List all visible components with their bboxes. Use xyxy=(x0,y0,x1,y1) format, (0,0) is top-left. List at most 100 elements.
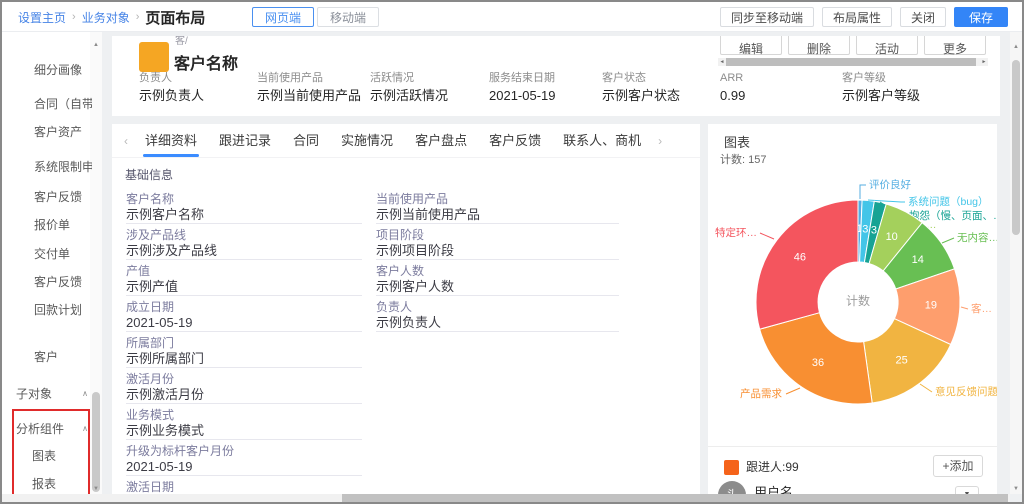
header-field-label: 客户等级 xyxy=(842,72,920,85)
sidebar-group-label: 子对象 xyxy=(16,385,52,402)
header-field: 服务结束日期2021-05-19 xyxy=(489,72,556,104)
topbar-action-button[interactable]: 同步至移动端 xyxy=(720,7,814,27)
topbar-action-button[interactable]: 关闭 xyxy=(900,7,946,27)
form-column-left: 客户名称示例客户名称涉及产品线示例涉及产品线产值示例产值成立日期2021-05-… xyxy=(126,192,362,494)
scroll-up-icon[interactable]: ▲ xyxy=(90,40,102,50)
scroll-down-icon[interactable]: ▼ xyxy=(90,484,102,494)
form-field-value: 示例产值 xyxy=(126,279,362,296)
sidebar-item[interactable]: 客户 xyxy=(34,350,58,364)
add-follower-button[interactable]: +添加 xyxy=(933,455,983,477)
header-action-button[interactable]: 活动 xyxy=(856,36,918,55)
pie-value-label: 36 xyxy=(812,357,824,369)
sidebar-item[interactable]: 回款计划 xyxy=(34,303,82,317)
header-hscroll-thumb[interactable] xyxy=(726,58,976,66)
header-field-value: 示例活跃情况 xyxy=(370,88,448,104)
save-button[interactable]: 保存 xyxy=(954,7,1008,27)
scroll-left-icon[interactable]: ◄ xyxy=(718,58,726,66)
form-field[interactable]: 负责人示例负责人 xyxy=(376,300,619,332)
sidebar-scrollbar-thumb[interactable] xyxy=(92,392,100,492)
form-field[interactable]: 成立日期2021-05-19 xyxy=(126,300,362,332)
form-field[interactable]: 客户名称示例客户名称 xyxy=(126,192,362,224)
header-action-button[interactable]: 编辑 xyxy=(720,36,782,55)
header-field-value: 示例当前使用产品 xyxy=(257,88,361,104)
pie-value-label: 14 xyxy=(912,254,924,266)
sidebar-item[interactable]: 合同（自带） xyxy=(34,97,92,111)
pie-value-label: 46 xyxy=(794,252,806,264)
header-action-button[interactable]: 删除 xyxy=(788,36,850,55)
header-field: 当前使用产品示例当前使用产品 xyxy=(257,72,361,104)
sidebar-subitem[interactable]: 报表 xyxy=(32,475,56,492)
tab-item[interactable]: 实施情况 xyxy=(341,124,393,158)
view-toggle-web[interactable]: 网页端 xyxy=(252,7,314,27)
scroll-down-icon[interactable]: ▼ xyxy=(1010,484,1022,494)
tab-item[interactable]: 客户反馈 xyxy=(489,124,541,158)
sidebar-subitem[interactable]: 图表 xyxy=(32,447,56,464)
chart-panel: 图表 计数: 157 评价良好1系统问题（bug）3抱怨（慢、页面、…3…10无… xyxy=(708,124,997,502)
form-field[interactable]: 所属部门示例所属部门 xyxy=(126,336,362,368)
header-horizontal-scrollbar[interactable]: ◄► xyxy=(718,58,988,66)
sidebar-item[interactable]: 细分画像 xyxy=(34,63,82,77)
pie-value-label: 19 xyxy=(925,300,937,312)
collapse-up-icon[interactable]: ∧ xyxy=(82,424,88,433)
collapse-up-icon[interactable]: ∧ xyxy=(82,389,88,398)
record-header-card: 客/ 客户名称 负责人示例负责人当前使用产品示例当前使用产品活跃情况示例活跃情况… xyxy=(112,36,1000,116)
sidebar-item[interactable]: 交付单 xyxy=(34,247,70,261)
header-field: 负责人示例负责人 xyxy=(139,72,204,104)
sidebar-item[interactable]: 系统限制申请明细 xyxy=(34,160,92,174)
tab-item[interactable]: 详细资料 xyxy=(145,124,197,158)
header-action-button[interactable]: 更多 xyxy=(924,36,986,55)
form-field[interactable]: 升级为标杆客户月份2021-05-19 xyxy=(126,444,362,476)
form-field-label: 成立日期 xyxy=(126,300,362,315)
pie-value-label: 25 xyxy=(895,354,907,366)
header-field-label: 服务结束日期 xyxy=(489,72,556,85)
pie-center-label: 计数 xyxy=(846,293,870,308)
form-field-value: 示例客户名称 xyxy=(126,207,362,224)
header-field-label: 负责人 xyxy=(139,72,204,85)
donut-chart[interactable]: 评价良好1系统问题（bug）3抱怨（慢、页面、…3…10无内容…14客…19意见… xyxy=(708,162,997,462)
tab-item[interactable]: 跟进记录 xyxy=(219,124,271,158)
form-field[interactable]: 当前使用产品示例当前使用产品 xyxy=(376,192,619,224)
sidebar: ▲ ▼ 细分画像合同（自带）客户资产系统限制申请明细客户反馈报价单交付单客户反馈… xyxy=(2,32,102,502)
form-field-label: 升级为标杆客户月份 xyxy=(126,444,362,459)
form-field[interactable]: 激活月份示例激活月份 xyxy=(126,372,362,404)
form-field-label: 产值 xyxy=(126,264,362,279)
scroll-right-icon[interactable]: ► xyxy=(980,58,988,66)
form-field-value: 示例激活月份 xyxy=(126,387,362,404)
breadcrumb-item[interactable]: 业务对象 xyxy=(82,9,130,26)
form-field-label: 当前使用产品 xyxy=(376,192,619,207)
sidebar-group-label: 分析组件 xyxy=(16,420,64,437)
form-field-value: 示例所属部门 xyxy=(126,351,362,368)
follower-icon xyxy=(724,460,739,475)
form-field[interactable]: 涉及产品线示例涉及产品线 xyxy=(126,228,362,260)
page-hscroll-thumb[interactable] xyxy=(342,494,1008,502)
sidebar-item[interactable]: 报价单 xyxy=(34,218,70,232)
sidebar-group-header[interactable]: 分析组件 ∧ xyxy=(16,420,88,437)
pie-label-leader xyxy=(860,185,866,199)
breadcrumb-item[interactable]: 设置主页 xyxy=(18,9,66,26)
sidebar-group-header[interactable]: 子对象 ∧ xyxy=(16,385,88,402)
form-field[interactable]: 产值示例产值 xyxy=(126,264,362,296)
view-toggle-mobile[interactable]: 移动端 xyxy=(317,7,379,27)
sidebar-item[interactable]: 客户资产 xyxy=(34,125,82,139)
tab-item[interactable]: 客户盘点 xyxy=(415,124,467,158)
tab-item[interactable]: 联系人、商机 xyxy=(563,124,641,158)
detail-card: ‹详细资料跟进记录合同实施情况客户盘点客户反馈联系人、商机› 基础信息 客户名称… xyxy=(112,124,700,494)
topbar-action-button[interactable]: 布局属性 xyxy=(822,7,892,27)
form-field-value: 示例当前使用产品 xyxy=(376,207,619,224)
page-vscroll-thumb[interactable] xyxy=(1012,60,1020,235)
form-field[interactable]: 业务模式示例业务模式 xyxy=(126,408,362,440)
page-horizontal-scrollbar[interactable] xyxy=(2,494,1010,502)
form-field-value: 示例涉及产品线 xyxy=(126,243,362,260)
chevron-right-icon[interactable]: › xyxy=(658,134,662,148)
form-field[interactable]: 激活日期2021-05-19 xyxy=(126,480,362,494)
form-field[interactable]: 客户人数示例客户人数 xyxy=(376,264,619,296)
page-vertical-scrollbar[interactable]: ▲ ▼ xyxy=(1010,32,1022,494)
tab-item[interactable]: 合同 xyxy=(293,124,319,158)
form-field[interactable]: 项目阶段示例项目阶段 xyxy=(376,228,619,260)
sidebar-item[interactable]: 客户反馈 xyxy=(34,190,82,204)
form-column-right: 当前使用产品示例当前使用产品项目阶段示例项目阶段客户人数示例客户人数负责人示例负… xyxy=(376,192,619,336)
sidebar-item[interactable]: 客户反馈 xyxy=(34,275,82,289)
chevron-left-icon[interactable]: ‹ xyxy=(124,134,128,148)
header-field: 活跃情况示例活跃情况 xyxy=(370,72,448,104)
scroll-up-icon[interactable]: ▲ xyxy=(1010,42,1022,52)
